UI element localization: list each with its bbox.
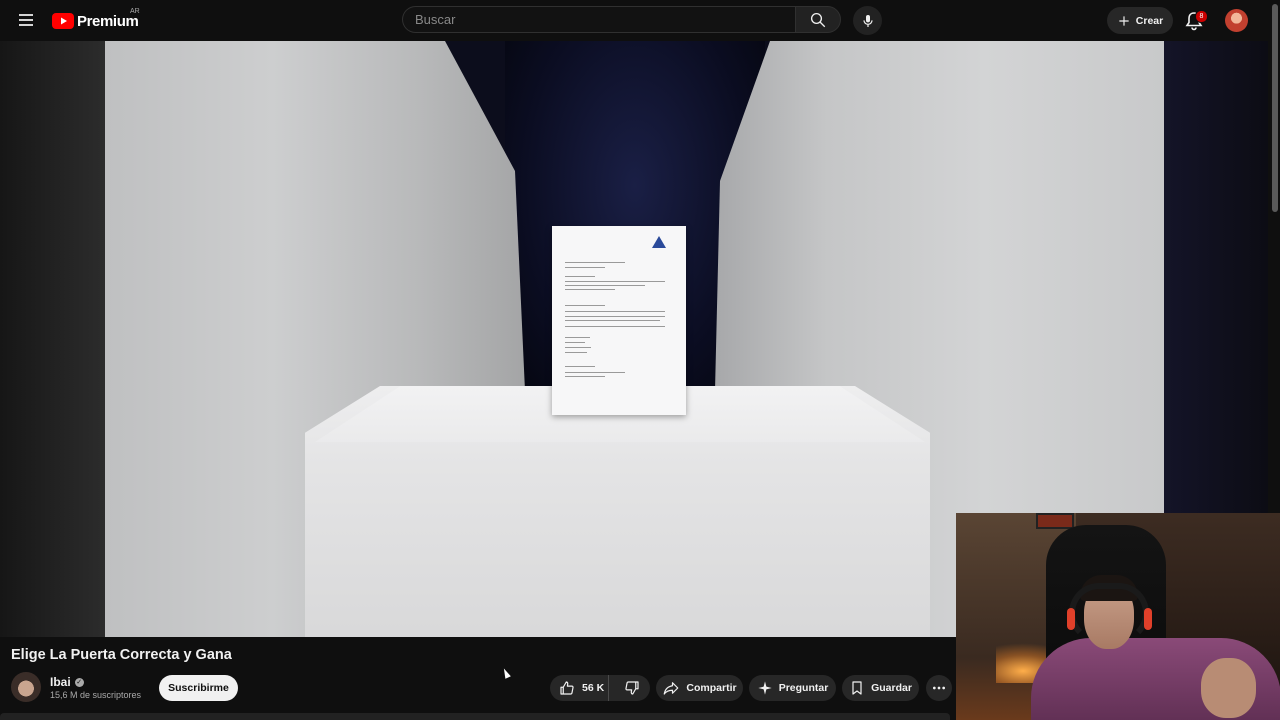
like-count: 56 K [582, 682, 605, 694]
save-button[interactable]: Guardar [842, 675, 919, 701]
more-horizontal-icon [933, 686, 945, 690]
plus-icon [1119, 15, 1129, 26]
create-button[interactable]: Crear [1107, 7, 1173, 34]
logo-wordmark: Premium [77, 12, 139, 30]
search-bar [402, 6, 841, 35]
document-logo-icon [652, 236, 666, 248]
youtube-play-icon [52, 13, 74, 29]
player-blur-left [0, 41, 105, 637]
mouse-cursor-icon [501, 667, 511, 679]
share-icon [664, 682, 679, 695]
country-code: AR [130, 8, 140, 15]
like-button[interactable]: 56 K [550, 675, 609, 701]
notification-badge: 8 [1195, 10, 1208, 23]
verified-icon: ✓ [74, 677, 84, 687]
thumbs-down-icon [625, 681, 639, 695]
sparkle-icon [758, 681, 772, 695]
description-box-edge [0, 713, 950, 720]
mic-icon [862, 14, 873, 27]
channel-avatar[interactable] [11, 672, 41, 702]
scrollbar-thumb[interactable] [1272, 4, 1278, 212]
like-dislike-group: 56 K [550, 675, 650, 701]
share-button[interactable]: Compartir [656, 675, 743, 701]
headset-light-right [1144, 608, 1152, 630]
headset-icon [1069, 583, 1149, 643]
voice-search-button[interactable] [853, 6, 882, 35]
search-input[interactable] [402, 6, 795, 33]
ask-label: Preguntar [778, 682, 829, 694]
menu-icon[interactable] [14, 8, 38, 32]
more-actions-button[interactable] [926, 675, 952, 701]
top-bar: Premium AR Crear 8 [0, 0, 1280, 41]
bookmark-icon [852, 681, 862, 695]
subscriber-count: 15,6 M de suscriptores [50, 690, 142, 700]
webcam-overlay [956, 513, 1280, 720]
webcam-wall-frame [1036, 513, 1074, 529]
youtube-premium-logo[interactable]: Premium AR [52, 8, 140, 33]
save-label: Guardar [871, 682, 912, 694]
channel-name-row[interactable]: Ibai ✓ [50, 675, 84, 689]
search-button[interactable] [795, 6, 841, 33]
subscribe-button[interactable]: Suscribirme [159, 675, 238, 701]
dislike-button[interactable] [615, 675, 651, 701]
create-label: Crear [1135, 14, 1164, 27]
search-icon [810, 12, 826, 27]
headset-light-left [1067, 608, 1075, 630]
streamer-hand [1201, 658, 1256, 718]
share-label: Compartir [686, 682, 737, 694]
document-paper [552, 226, 686, 415]
video-title: Elige La Puerta Correcta y Gana [11, 647, 232, 663]
account-avatar[interactable] [1225, 9, 1248, 32]
thumbs-up-icon [560, 681, 574, 695]
ask-button[interactable]: Preguntar [749, 675, 836, 701]
channel-name[interactable]: Ibai [50, 675, 71, 689]
